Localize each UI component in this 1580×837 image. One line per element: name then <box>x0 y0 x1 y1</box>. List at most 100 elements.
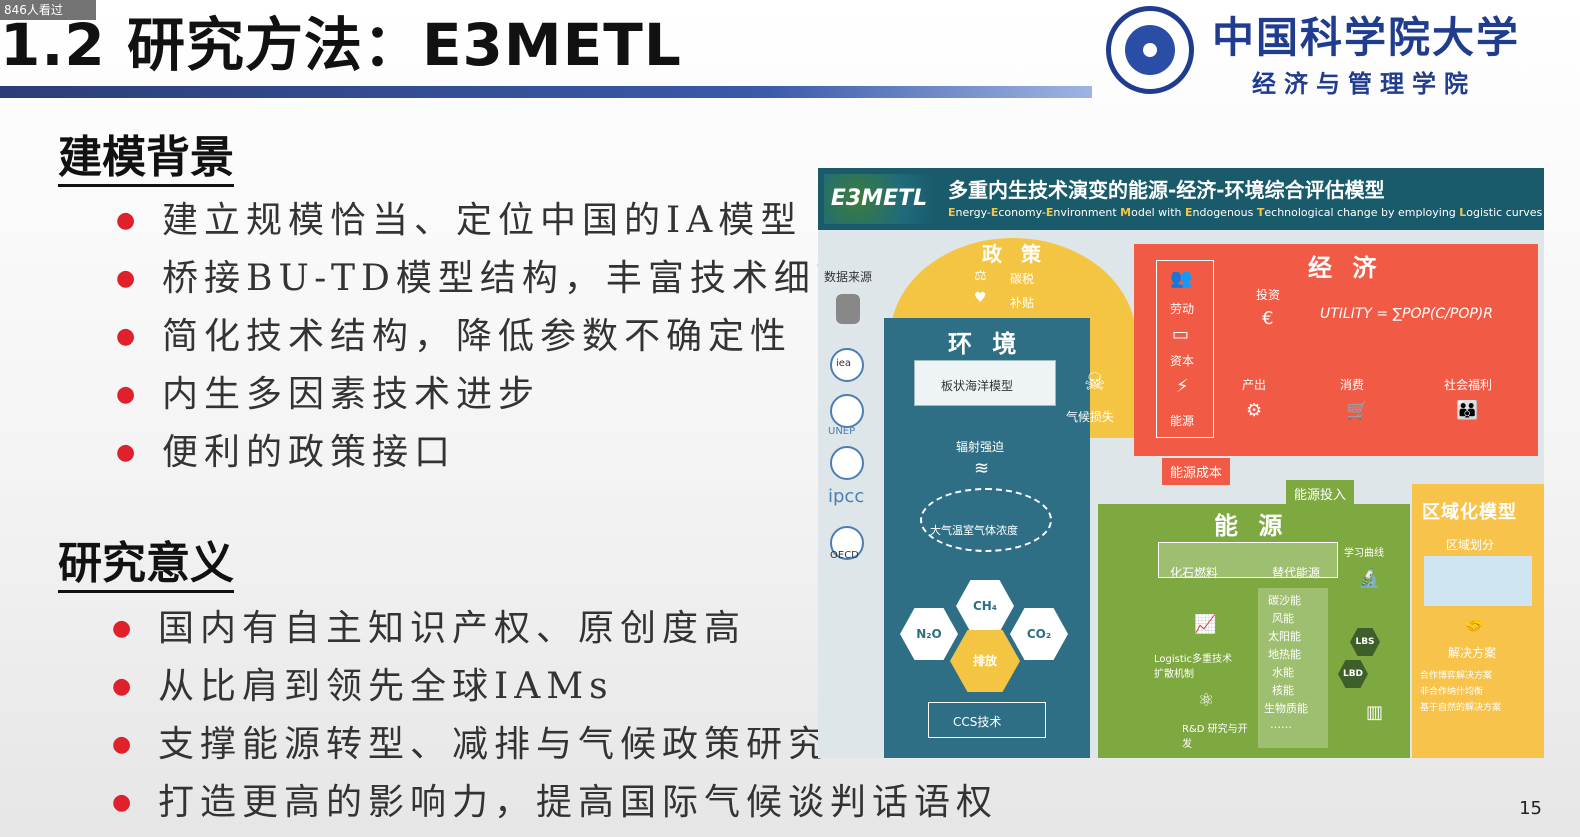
bullet-text: 便利的政策接口 <box>162 432 457 473</box>
diagram-title-en: Energy-Economy-Environment Model with En… <box>948 206 1543 219</box>
regional-title: 区域化模型 <box>1422 502 1517 523</box>
bullet-text: 打造更高的影响力，提高国际气候谈判话语权 <box>158 782 999 823</box>
e3metl-logo: E3METL <box>824 174 934 224</box>
alt-item: 核能 <box>1272 684 1294 697</box>
world-map-icon <box>1424 556 1532 606</box>
bullet-text: 支撑能源转型、减排与气候政策研究 <box>158 724 831 765</box>
bullet-text: 内生多因素技术进步 <box>162 374 541 415</box>
school-name: 经济与管理学院 <box>1252 69 1476 98</box>
bullet-dot-icon: ● <box>112 732 138 757</box>
microscope-icon: 🔬 <box>1358 568 1381 589</box>
skull-icon: ☠ <box>1084 368 1106 396</box>
university-logo: 中国科学院大学 经济与管理学院 <box>1106 4 1576 100</box>
ch4-hex: CH₄ <box>956 580 1014 632</box>
bullet-item: ● 内生多因素技术进步 <box>116 366 858 424</box>
solution-item: 基于自然的解决方案 <box>1420 703 1502 713</box>
people-icon: 👥 <box>1170 268 1193 289</box>
ocean-model-label: 板状海洋模型 <box>941 379 1014 393</box>
e3metl-model-diagram: E3METL 多重内生技术演变的能源-经济-环境综合评估模型 Energy-Ec… <box>818 168 1544 758</box>
ghg-concentration-ellipse <box>920 488 1052 552</box>
bullet-item: ● 打造更高的影响力，提高国际气候谈判话语权 <box>112 774 999 832</box>
lbd-badge: LBD <box>1338 660 1368 688</box>
bullet-dot-icon: ● <box>112 790 138 815</box>
environment-title: 环 境 <box>948 330 1023 358</box>
energy-input-arrow: 能源投入 <box>1286 480 1355 507</box>
bullet-text: 从比肩到领先全球IAMs <box>158 666 614 707</box>
alt-item: 风能 <box>1272 612 1294 625</box>
seal-center <box>1143 43 1157 57</box>
environment-panel: 环 境 板状海洋模型 辐射强迫 ≋ 大气温室气体浓度 CH₄ N₂O CO₂ 排… <box>884 318 1090 758</box>
alternative-energy-label: 替代能源 <box>1272 566 1321 580</box>
title-underline-bar <box>0 86 1092 98</box>
bullet-dot-icon: ● <box>116 266 142 291</box>
heart-icon: ♥ <box>974 290 987 306</box>
solutions-title: 解决方案 <box>1448 646 1497 660</box>
economy-panel: 经 济 👥 劳动 ▭ 资本 ⚡ 能源 投资 € UTILITY = ∑POP(C… <box>1134 244 1538 456</box>
rnd-label: R&D 研究与开发 <box>1182 724 1248 750</box>
cart-icon: 🛒 <box>1346 400 1369 421</box>
investment-label: 投资 <box>1256 288 1281 302</box>
energy-input-label: 能源 <box>1170 414 1195 428</box>
ocean-model-box: 板状海洋模型 <box>914 360 1056 406</box>
bullet-text: 建立规模恰当、定位中国的IA模型 <box>162 200 803 241</box>
regional-panel: 区域化模型 区域划分 🤝 解决方案 合作博弈解决方案 非合作纳什均衡 基于自然的… <box>1412 484 1544 758</box>
section-heading-background: 建模背景 <box>58 132 234 187</box>
page-number: 15 <box>1519 798 1542 819</box>
n2o-hex: N₂O <box>900 608 958 660</box>
diagram-title-zh: 多重内生技术演变的能源-经济-环境综合评估模型 <box>948 178 1385 202</box>
alternatives-list-box: 碳沙能 风能 太阳能 地热能 水能 核能 生物质能 …… <box>1258 588 1328 748</box>
solution-item: 合作博弈解决方案 <box>1420 671 1493 681</box>
data-sources-label: 数据来源 <box>824 270 873 284</box>
output-label: 产出 <box>1242 378 1267 392</box>
unep-icon <box>830 394 864 428</box>
alt-item: 水能 <box>1272 666 1294 679</box>
diagram-header: E3METL 多重内生技术演变的能源-经济-环境综合评估模型 Energy-Ec… <box>818 168 1544 230</box>
utility-formula: UTILITY = ∑POP(C/POP)R <box>1320 306 1493 322</box>
alt-item: 地热能 <box>1268 648 1301 661</box>
logistic-mechanism-label: Logistic多重技术扩散机制 <box>1154 654 1233 680</box>
carbon-tax-label: 碳税 <box>1010 272 1035 286</box>
learning-curve-label: 学习曲线 <box>1344 548 1384 559</box>
section-heading-significance: 研究意义 <box>58 538 234 593</box>
consumption-label: 消费 <box>1340 378 1365 392</box>
capital-label: 资本 <box>1170 354 1195 368</box>
slide-title: 1.2 研究方法：E3METL <box>0 11 682 79</box>
bullet-dot-icon: ● <box>116 324 142 349</box>
family-icon: 👪 <box>1456 400 1479 421</box>
ccs-label: CCS技术 <box>953 715 1002 729</box>
heat-wave-icon: ≋ <box>974 458 990 479</box>
bullet-item: ● 简化技术结构，降低参数不确定性 <box>116 308 858 366</box>
handshake-icon: 🤝 <box>1464 616 1484 635</box>
money-icon: ▭ <box>1172 324 1190 345</box>
bullet-dot-icon: ● <box>112 674 138 699</box>
euro-icon: € <box>1262 308 1274 329</box>
background-bullet-list: ● 建立规模恰当、定位中国的IA模型 ● 桥接BU-TD模型结构，丰富技术细节 ● 简… <box>116 192 858 482</box>
solution-item: 非合作纳什均衡 <box>1420 687 1484 697</box>
bullet-dot-icon: ● <box>116 208 142 233</box>
region-division-label: 区域划分 <box>1446 538 1495 552</box>
university-name: 中国科学院大学 <box>1212 13 1521 62</box>
bar-chart-icon: ▥ <box>1366 702 1384 723</box>
bullet-text: 国内有自主知识产权、原创度高 <box>158 608 747 649</box>
bullet-dot-icon: ● <box>116 440 142 465</box>
ucas-seal-icon <box>1106 6 1194 94</box>
alt-item: 碳沙能 <box>1268 594 1301 607</box>
bullet-item: ● 建立规模恰当、定位中国的IA模型 <box>116 192 858 250</box>
bullet-dot-icon: ● <box>112 616 138 641</box>
alt-item: 生物质能 <box>1264 702 1308 715</box>
gears-icon: ⚙ <box>1246 400 1263 421</box>
welfare-label: 社会福利 <box>1444 378 1493 392</box>
subsidy-label: 补贴 <box>1010 296 1035 310</box>
bullet-text: 桥接BU-TD模型结构，丰富技术细节 <box>162 258 858 299</box>
policy-title: 政 策 <box>982 242 1047 266</box>
database-icon <box>836 294 860 324</box>
trend-chart-icon: 📈 <box>1194 614 1217 635</box>
unep-label: UNEP <box>828 426 856 437</box>
bullet-item: ● 桥接BU-TD模型结构，丰富技术细节 <box>116 250 858 308</box>
fossil-fuel-label: 化石燃料 <box>1170 566 1219 580</box>
scale-icon: ⚖ <box>974 268 987 284</box>
emission-hex: 排放 <box>950 630 1020 692</box>
ghg-concentration-label: 大气温室气体浓度 <box>930 524 1018 537</box>
lbs-badge: LBS <box>1350 628 1380 656</box>
energy-title: 能 源 <box>1214 512 1289 540</box>
